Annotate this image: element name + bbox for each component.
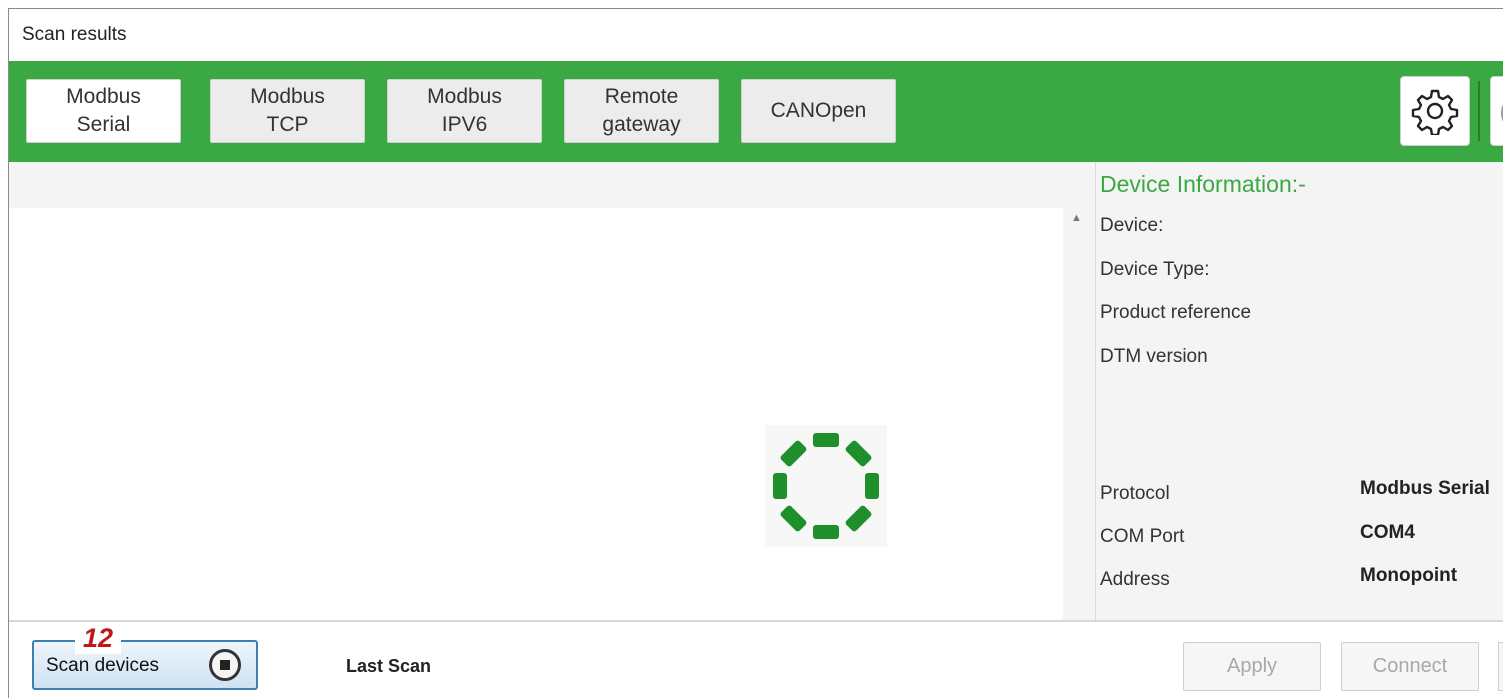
tab-remote-gateway-label: Remote gateway <box>602 85 681 136</box>
spinner-segment <box>845 440 872 467</box>
address-value: Monopoint <box>1360 565 1458 586</box>
tab-modbus-serial-label: Modbus Serial <box>66 85 141 136</box>
product-reference-label: Product reference <box>1100 302 1252 323</box>
com-port-label: COM Port <box>1100 526 1185 547</box>
apply-button-label: Apply <box>1226 655 1278 677</box>
connect-button[interactable]: Connect <box>1341 642 1479 691</box>
tab-modbus-ipv6-label: Modbus IPV6 <box>427 85 502 136</box>
com-port-value: COM4 <box>1360 522 1415 543</box>
scroll-up-arrow-icon[interactable]: ▲ <box>1071 212 1082 224</box>
scan-devices-label: Scan devices <box>46 655 160 676</box>
title-bar: Scan results <box>9 9 1503 61</box>
spinner-segment <box>780 505 807 532</box>
callout-number: 12 <box>75 622 122 654</box>
last-scan-label: Last Scan <box>346 656 432 676</box>
dtm-version-label: DTM version <box>1100 346 1208 367</box>
protocol-value: Modbus Serial <box>1360 478 1490 499</box>
device-type-label: Device Type: <box>1100 259 1210 280</box>
scan-devices-button[interactable]: Scan devices <box>32 640 258 690</box>
tab-modbus-ipv6[interactable]: Modbus IPV6 <box>387 79 542 143</box>
help-button[interactable] <box>1490 76 1503 146</box>
tab-canopen-label: CANOpen <box>770 99 867 122</box>
spinner-segment <box>813 525 839 539</box>
tab-modbus-serial[interactable]: Modbus Serial <box>26 79 181 143</box>
tab-remote-gateway[interactable]: Remote gateway <box>564 79 719 143</box>
bottom-action-bar: Scan devices 12 Last Scan Apply Connect <box>9 622 1503 698</box>
protocol-label: Protocol <box>1100 483 1170 504</box>
spinner-segment <box>780 440 807 467</box>
spinner-segment <box>845 505 872 532</box>
apply-button[interactable]: Apply <box>1183 642 1321 691</box>
results-scrollbar[interactable] <box>1063 208 1095 620</box>
toolbar-divider <box>1478 81 1480 141</box>
settings-button[interactable] <box>1400 76 1470 146</box>
loading-spinner-icon <box>773 433 879 539</box>
device-label: Device: <box>1100 215 1164 236</box>
tab-canopen[interactable]: CANOpen <box>741 79 896 143</box>
cancel-button-partial[interactable] <box>1498 642 1503 691</box>
spinner-segment <box>813 433 839 447</box>
device-info-title: Device Information:- <box>1100 171 1306 197</box>
device-information-panel: Device Information:- Device: Device Type… <box>1096 162 1503 620</box>
connect-button-label: Connect <box>1372 655 1448 677</box>
gear-icon <box>1411 89 1459 135</box>
tab-modbus-tcp-label: Modbus TCP <box>250 85 325 136</box>
window-title: Scan results <box>22 24 127 45</box>
results-header <box>9 162 1095 208</box>
stop-icon[interactable] <box>209 649 241 681</box>
spinner-segment <box>773 473 787 499</box>
spinner-segment <box>865 473 879 499</box>
protocol-toolbar: Modbus Serial Modbus TCP Modbus IPV6 Rem… <box>9 61 1503 162</box>
address-label: Address <box>1100 569 1170 590</box>
loading-spinner <box>765 425 887 547</box>
scan-results-list[interactable] <box>9 208 1063 620</box>
tab-modbus-tcp[interactable]: Modbus TCP <box>210 79 365 143</box>
